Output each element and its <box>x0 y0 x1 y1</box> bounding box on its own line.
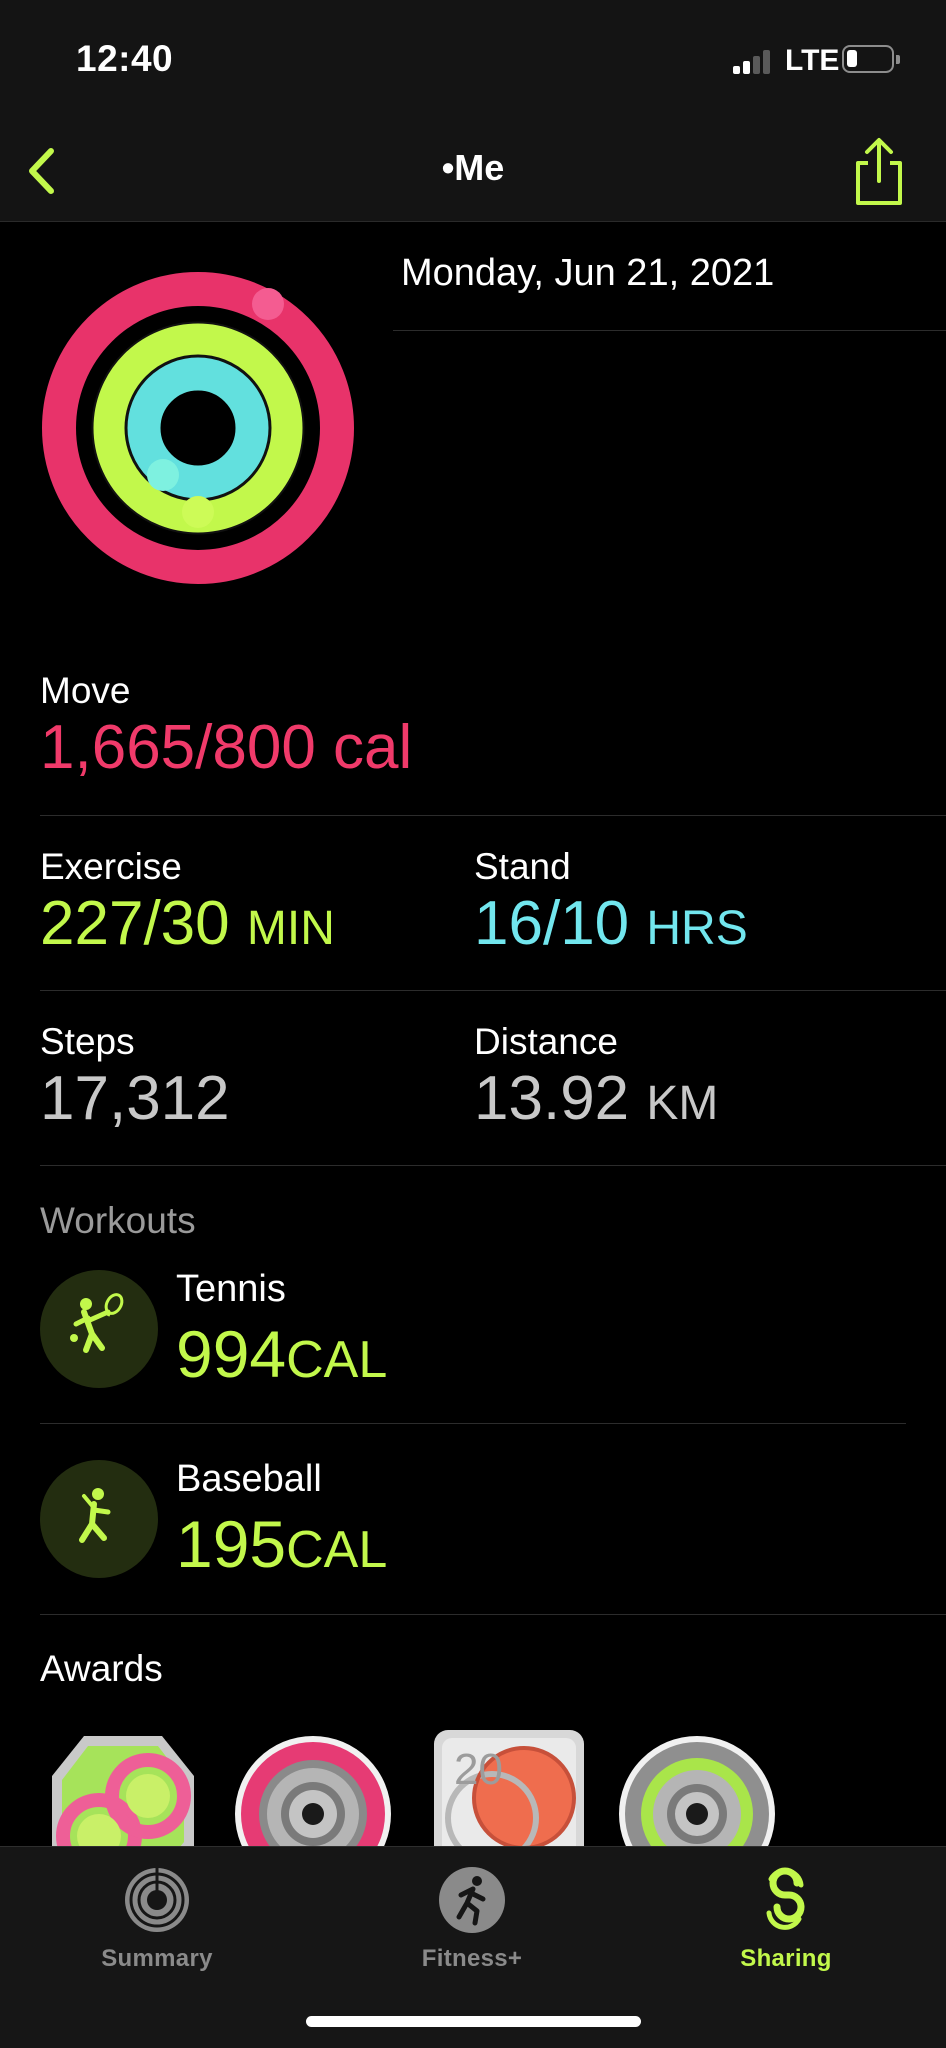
stand-value: 16/10 HRS <box>474 888 748 959</box>
steps-value: 17,312 <box>40 1064 230 1133</box>
distance-label: Distance <box>474 1021 618 1062</box>
tab-label: Sharing <box>740 1945 832 1972</box>
workout-name: Tennis <box>176 1268 286 1310</box>
workout-calories-unit: CAL <box>286 1331 388 1389</box>
move-label: Move <box>40 670 131 711</box>
tab-summary[interactable]: Summary <box>57 1865 257 1975</box>
tab-sharing[interactable]: Sharing <box>686 1865 886 1975</box>
cellular-signal-icon <box>733 50 771 74</box>
activity-rings[interactable] <box>38 268 358 588</box>
stand-unit: HRS <box>646 902 748 955</box>
distance-value: 13.92 KM <box>474 1063 718 1134</box>
status-bar: 12:40 LTE <box>0 0 946 125</box>
move-value: 1,665/800 cal <box>40 713 413 782</box>
date-label: Monday, Jun 21, 2021 <box>401 252 775 294</box>
baseball-icon <box>40 1460 158 1578</box>
fitness-plus-icon <box>439 1867 505 1933</box>
exercise-value-number: 227/30 <box>40 889 230 958</box>
awards-heading: Awards <box>40 1648 163 1689</box>
navigation-bar: •Me <box>0 125 946 222</box>
divider <box>40 815 946 816</box>
exercise-value: 227/30 MIN <box>40 888 335 959</box>
distance-value-number: 13.92 <box>474 1064 630 1133</box>
summary-rings-icon <box>125 1868 189 1932</box>
exercise-label: Exercise <box>40 846 182 887</box>
home-indicator <box>306 2016 641 2027</box>
tennis-icon <box>40 1270 158 1388</box>
exercise-unit: MIN <box>246 902 335 955</box>
tab-label: Fitness+ <box>421 1945 523 1972</box>
page-title: •Me <box>441 147 505 188</box>
workout-calories-number: 195 <box>176 1507 287 1581</box>
steps-label: Steps <box>40 1021 135 1062</box>
stand-value-number: 16/10 <box>474 889 630 958</box>
workout-calories: 994CAL <box>176 1316 387 1392</box>
divider <box>393 330 946 331</box>
divider <box>40 1423 906 1424</box>
workout-calories-number: 994 <box>176 1317 287 1391</box>
tab-fitness-plus[interactable]: Fitness+ <box>372 1865 572 1975</box>
svg-text:20: 20 <box>454 1745 503 1794</box>
tab-label: Summary <box>101 1945 213 1972</box>
status-time: 12:40 <box>76 38 174 79</box>
network-label: LTE <box>785 44 840 77</box>
workout-calories-unit: CAL <box>286 1521 388 1579</box>
sharing-icon <box>766 1867 805 1930</box>
share-icon <box>856 138 902 205</box>
divider <box>40 990 946 991</box>
divider <box>40 1614 946 1615</box>
workout-calories: 195CAL <box>176 1506 387 1582</box>
workouts-heading: Workouts <box>40 1200 196 1241</box>
workout-name: Baseball <box>176 1458 322 1500</box>
share-button[interactable] <box>850 135 908 209</box>
divider <box>40 1165 946 1166</box>
distance-unit: KM <box>646 1077 719 1130</box>
battery-icon <box>842 45 900 73</box>
stand-label: Stand <box>474 846 571 887</box>
